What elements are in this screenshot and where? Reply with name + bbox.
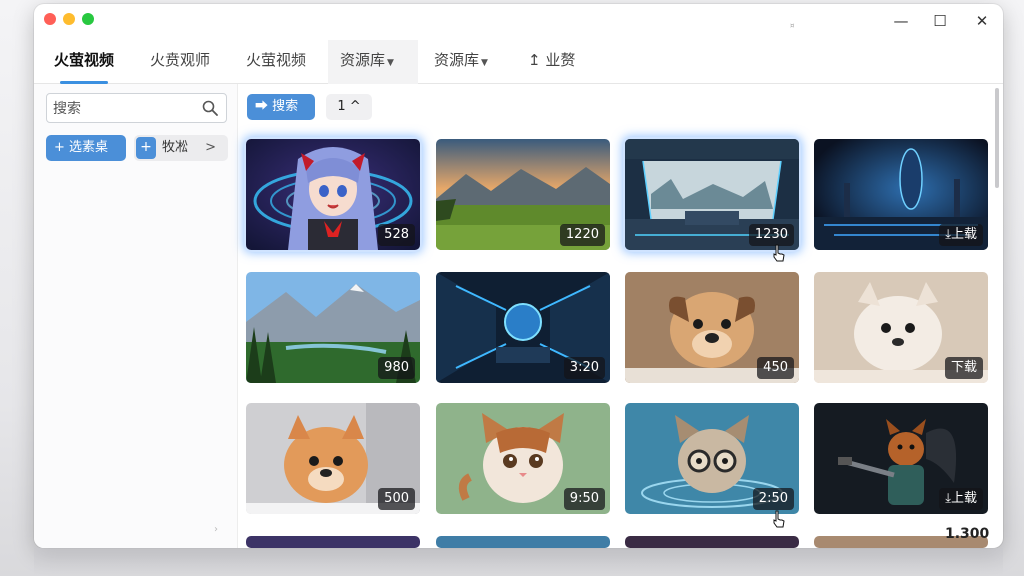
close-dot-button[interactable] <box>44 13 56 25</box>
thumbnail-fox-warrior[interactable]: ⤓上载 <box>814 403 988 514</box>
mouse-cursor-icon <box>773 244 785 262</box>
tab-bar: 火萤视频 火贲观师 火萤视频 资源库 ▼ 资源库 ▼ ↥ 业赘 <box>34 40 1003 84</box>
tab-label: 火萤视频 <box>54 51 115 69</box>
partial-image <box>625 536 799 548</box>
thumbnail-badge: 2:50 <box>752 488 794 510</box>
thumbnail-badge: 980 <box>378 357 415 379</box>
thumbnail-partial-2[interactable] <box>436 536 610 548</box>
search-button[interactable]: ⮕ 搜索 <box>247 94 315 120</box>
search-input[interactable] <box>53 98 193 120</box>
zoom-dot-button[interactable] <box>82 13 94 25</box>
chevron-down-icon: ▼ <box>481 58 488 68</box>
thumbnail-badge: ⤓上载 <box>939 224 983 246</box>
search-box <box>46 93 227 123</box>
title-mark: ¤ <box>790 22 795 30</box>
tab-label: 资源库 <box>434 51 480 69</box>
thumbnail-badge: 1220 <box>559 224 605 246</box>
thumbnail-scifi-dark[interactable]: ⤓上载 <box>814 139 988 250</box>
thumbnail-partial-3[interactable] <box>625 536 799 548</box>
thumbnail-glasses-cat[interactable]: 2:50 <box>625 403 799 514</box>
thumbnail-mountains[interactable]: 980 <box>246 272 420 383</box>
plus-icon: + <box>136 137 156 159</box>
thumbnail-scifi-tunnel[interactable]: 3:20 <box>436 272 610 383</box>
minimize-dot-button[interactable] <box>63 13 75 25</box>
sidebar: + 选素桌 + 牧凇 > › › <box>34 84 238 548</box>
page-select[interactable]: 1 ^ <box>326 94 372 120</box>
tab-label: 资源库 <box>340 51 386 69</box>
thumbnail-kitten[interactable]: 9:50 <box>436 403 610 514</box>
tab-resource-library[interactable]: 资源库 ▼ <box>328 40 418 84</box>
maximize-icon[interactable]: ☐ <box>929 10 951 32</box>
thumbnail-badge: 450 <box>757 357 794 379</box>
tab-label: 火萤视频 <box>246 51 307 69</box>
thumbnail-valley[interactable]: 1220 <box>436 139 610 250</box>
collection-button[interactable]: + 牧凇 > <box>134 135 228 161</box>
app-window: ¤ — ☐ ✕ 火萤视频 火贲观师 火萤视频 资源库▼ 资源库▼ ↥ 业赘 + … <box>34 4 1003 548</box>
thumbnail-anime-girl[interactable]: 528 <box>246 139 420 250</box>
tab-firefly-video[interactable]: 火萤视频 <box>42 40 126 84</box>
window-reflection <box>34 548 1003 576</box>
tab-resource-library-2[interactable]: 资源库 ▼ <box>422 40 500 84</box>
item-count: 1.300 <box>945 526 990 542</box>
tab-label: ↥ 业赘 <box>528 51 576 69</box>
sidebar-marker: › <box>214 524 218 535</box>
thumbnail-orange-puppy[interactable]: 500 <box>246 403 420 514</box>
mouse-cursor-icon <box>773 510 785 528</box>
thumbnail-badge: 1230 <box>748 224 794 246</box>
close-icon[interactable]: ✕ <box>971 10 993 32</box>
tab-label: 火贲观师 <box>150 51 211 69</box>
thumbnail-partial-1[interactable] <box>246 536 420 548</box>
search-icon[interactable] <box>202 100 218 116</box>
thumbnail-badge: 3:20 <box>563 357 605 379</box>
tab-upload[interactable]: ↥ 业赘 <box>516 40 587 84</box>
thumbnail-badge: 下载 <box>944 357 983 379</box>
thumbnail-puppy[interactable]: 450 <box>625 272 799 383</box>
thumbnail-badge: 500 <box>378 488 415 510</box>
add-material-button[interactable]: + 选素桌 <box>46 135 126 161</box>
tab-firefly-video-2[interactable]: 火萤视频 <box>234 40 318 84</box>
thumbnail-white-puppy[interactable]: 下载 <box>814 272 988 383</box>
collection-label: 牧凇 <box>162 140 189 155</box>
minimize-icon[interactable]: — <box>890 10 912 32</box>
chevron-right-icon: > <box>205 140 216 155</box>
chevron-down-icon: ▼ <box>387 58 394 68</box>
partial-image <box>436 536 610 548</box>
vertical-scrollbar[interactable] <box>995 88 999 188</box>
thumbnail-scifi-window[interactable]: 1230 <box>625 139 799 250</box>
thumbnail-badge: 9:50 <box>563 488 605 510</box>
tab-resource-view[interactable]: 火贲观师 <box>138 40 222 84</box>
thumbnail-badge: 528 <box>378 224 415 246</box>
partial-image <box>246 536 420 548</box>
thumbnail-badge: ⤓上载 <box>939 488 983 510</box>
title-bar: ¤ — ☐ ✕ <box>34 4 1003 38</box>
